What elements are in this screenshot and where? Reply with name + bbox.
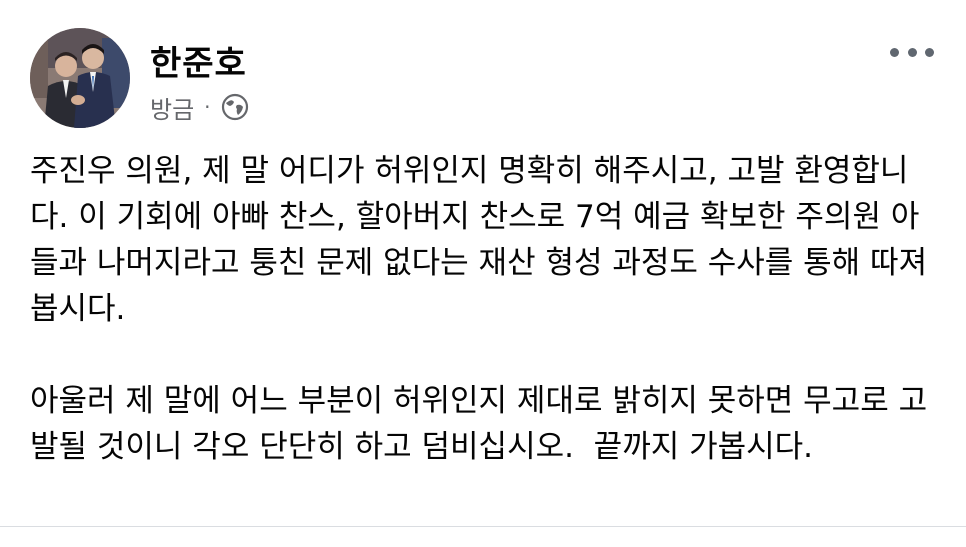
more-options-icon[interactable] [890, 40, 934, 64]
more-dot [907, 47, 917, 57]
post-body: 주진우 의원, 제 말 어디가 허위인지 명확히 해주시고, 고발 환영합니다.… [30, 148, 945, 470]
post-paragraph: 아울러 제 말에 어느 부분이 허위인지 제대로 밝히지 못하면 무고로 고발될… [30, 383, 928, 465]
meta-separator: · [204, 95, 211, 119]
post-meta: 방금 · [150, 90, 249, 124]
globe-icon[interactable] [221, 93, 249, 121]
more-dot [890, 47, 899, 57]
author-avatar[interactable] [30, 28, 130, 128]
author-name[interactable]: 한준호 [150, 36, 247, 85]
post-divider [0, 526, 966, 527]
post-paragraph: 주진우 의원, 제 말 어디가 허위인지 명확히 해주시고, 고발 환영합니다.… [30, 153, 928, 327]
post-header: 한준호 방금 · [30, 28, 946, 136]
post-timestamp[interactable]: 방금 [150, 90, 194, 125]
avatar-photo [30, 28, 130, 128]
more-dot [925, 47, 934, 57]
facebook-post: 한준호 방금 · 주진우 의원, 제 말 어디가 허위인지 명확히 해주시고, … [0, 0, 966, 547]
